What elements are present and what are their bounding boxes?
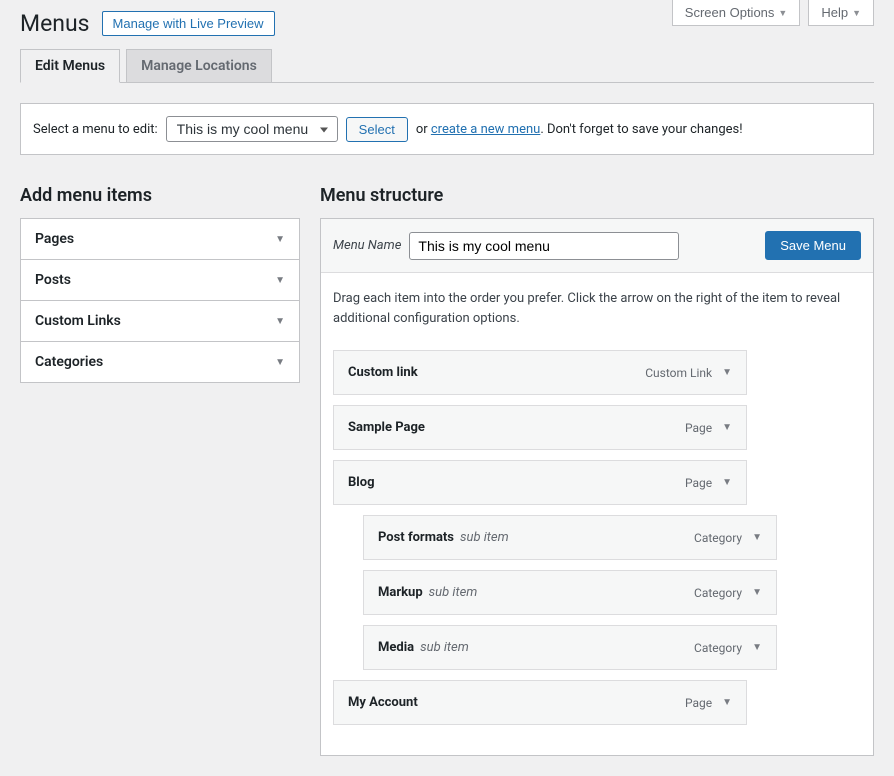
caret-down-icon: ▼ xyxy=(852,8,861,18)
accordion-label: Posts xyxy=(35,272,71,288)
caret-down-icon: ▼ xyxy=(275,316,285,327)
save-menu-button[interactable]: Save Menu xyxy=(765,231,861,260)
screen-meta-links: Screen Options ▼ Help ▼ xyxy=(672,0,874,26)
accordion-pages[interactable]: Pages ▼ xyxy=(21,219,299,260)
menu-items-list: Custom linkCustom Link▼Sample PagePage▼B… xyxy=(333,350,861,725)
accordion-custom-links[interactable]: Custom Links ▼ xyxy=(21,301,299,342)
menu-edit-panel: Menu Name Save Menu Drag each item into … xyxy=(320,218,874,756)
caret-down-icon: ▼ xyxy=(275,357,285,368)
caret-down-icon[interactable]: ▼ xyxy=(722,367,732,378)
menu-item[interactable]: Custom link Custom Link ▼ xyxy=(333,350,747,395)
menu-item[interactable]: Post formats sub item Category ▼ xyxy=(363,515,777,560)
accordion-posts[interactable]: Posts ▼ xyxy=(21,260,299,301)
accordion: Pages ▼ Posts ▼ Custom Links ▼ Categorie… xyxy=(20,218,300,383)
nav-tabs: Edit Menus Manage Locations xyxy=(20,49,874,83)
page-title: Menus xyxy=(20,10,90,37)
screen-options-button[interactable]: Screen Options ▼ xyxy=(672,0,801,26)
caret-down-icon[interactable]: ▼ xyxy=(722,697,732,708)
menu-item[interactable]: Blog Page ▼ xyxy=(333,460,747,505)
menu-edit-body: Drag each item into the order you prefer… xyxy=(321,273,873,755)
menu-item[interactable]: Sample Page Page ▼ xyxy=(333,405,747,450)
help-label: Help xyxy=(821,5,848,20)
menu-select[interactable]: This is my cool menu xyxy=(166,116,338,142)
menu-item-title: Blog xyxy=(348,475,375,490)
caret-down-icon: ▼ xyxy=(778,8,787,18)
right-column: Menu structure Menu Name Save Menu Drag … xyxy=(320,185,874,756)
menu-structure-title: Menu structure xyxy=(320,185,874,206)
main-columns: Add menu items Pages ▼ Posts ▼ Custom Li… xyxy=(20,185,874,756)
left-column: Add menu items Pages ▼ Posts ▼ Custom Li… xyxy=(20,185,300,756)
menu-item-type: Category xyxy=(694,586,742,600)
selector-rest: or create a new menu. Don't forget to sa… xyxy=(416,122,743,137)
tab-edit-menus[interactable]: Edit Menus xyxy=(20,49,120,83)
menu-name-input[interactable] xyxy=(409,232,679,260)
menu-item-title: Post formats xyxy=(378,530,454,545)
or-text: or xyxy=(416,122,428,137)
menu-item-title: Markup xyxy=(378,585,423,600)
caret-down-icon: ▼ xyxy=(275,234,285,245)
menu-item-type: Category xyxy=(694,641,742,655)
tab-manage-locations[interactable]: Manage Locations xyxy=(126,49,272,82)
accordion-label: Pages xyxy=(35,231,74,247)
caret-down-icon: ▼ xyxy=(275,275,285,286)
selector-label: Select a menu to edit: xyxy=(33,122,158,137)
add-items-title: Add menu items xyxy=(20,185,300,206)
menu-item-sublabel: sub item xyxy=(420,640,469,655)
create-menu-link[interactable]: create a new menu xyxy=(431,122,540,137)
help-button[interactable]: Help ▼ xyxy=(808,0,874,26)
instructions-text: Drag each item into the order you prefer… xyxy=(333,289,861,328)
screen-options-label: Screen Options xyxy=(685,5,775,20)
menu-item-sublabel: sub item xyxy=(429,585,478,600)
caret-down-icon[interactable]: ▼ xyxy=(752,587,762,598)
menu-item[interactable]: Markup sub item Category ▼ xyxy=(363,570,777,615)
menu-item-type: Page xyxy=(685,476,712,490)
menu-name-label: Menu Name xyxy=(333,238,401,253)
menu-item-type: Page xyxy=(685,696,712,710)
select-button[interactable]: Select xyxy=(346,117,408,142)
caret-down-icon[interactable]: ▼ xyxy=(752,532,762,543)
menu-item-title: Media xyxy=(378,640,414,655)
accordion-label: Categories xyxy=(35,354,103,370)
menu-item[interactable]: Media sub item Category ▼ xyxy=(363,625,777,670)
caret-down-icon[interactable]: ▼ xyxy=(722,477,732,488)
caret-down-icon[interactable]: ▼ xyxy=(752,642,762,653)
reminder-text: . Don't forget to save your changes! xyxy=(540,122,742,137)
menu-item-title: Custom link xyxy=(348,365,418,380)
menu-item-type: Custom Link xyxy=(645,366,712,380)
menu-item-sublabel: sub item xyxy=(460,530,509,545)
menu-item-type: Page xyxy=(685,421,712,435)
menu-item-type: Category xyxy=(694,531,742,545)
menu-item[interactable]: My Account Page ▼ xyxy=(333,680,747,725)
menu-item-title: My Account xyxy=(348,695,418,710)
menu-item-title: Sample Page xyxy=(348,420,425,435)
menu-select-wrap: This is my cool menu xyxy=(166,116,338,142)
caret-down-icon[interactable]: ▼ xyxy=(722,422,732,433)
accordion-label: Custom Links xyxy=(35,313,121,329)
menu-edit-header: Menu Name Save Menu xyxy=(321,219,873,273)
menu-selector-bar: Select a menu to edit: This is my cool m… xyxy=(20,103,874,155)
live-preview-button[interactable]: Manage with Live Preview xyxy=(102,11,275,36)
accordion-categories[interactable]: Categories ▼ xyxy=(21,342,299,382)
